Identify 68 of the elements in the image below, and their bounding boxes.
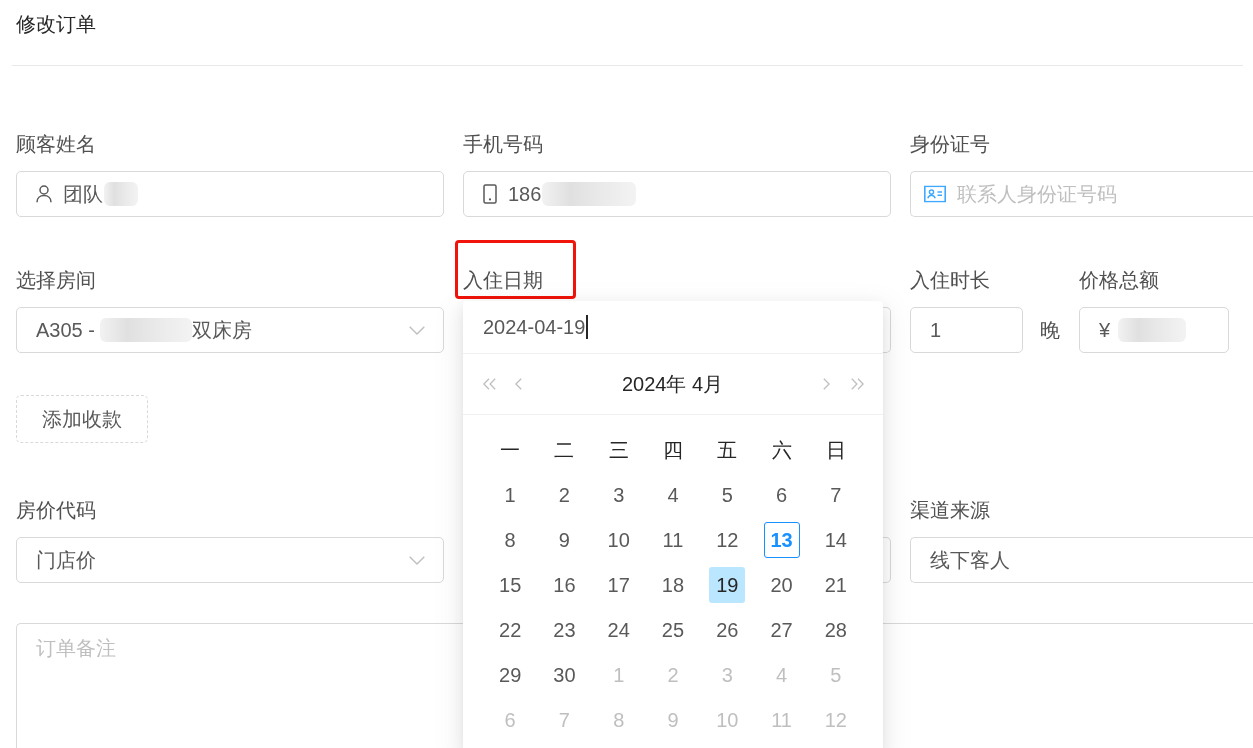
field-label: 身份证号	[910, 132, 990, 157]
input-field[interactable]: 团队	[16, 171, 444, 217]
calendar-day[interactable]: 3	[600, 476, 637, 513]
double-chevron-left-icon[interactable]	[483, 378, 496, 390]
calendar-day[interactable]: 23	[546, 611, 583, 648]
date-input-field[interactable]: 2024-04-19	[463, 301, 883, 354]
calendar-day[interactable]: 20	[763, 566, 800, 603]
id-card-icon	[924, 185, 946, 203]
field-label: 入住时长	[910, 268, 990, 293]
calendar-day[interactable]: 5	[709, 476, 746, 513]
number-field[interactable]: 1	[910, 307, 1023, 353]
weekday-label: 五	[717, 437, 738, 463]
field-label: 手机号码	[463, 132, 543, 157]
select-field[interactable]: 门店价	[16, 537, 444, 583]
calendar-day[interactable]: 9	[546, 521, 583, 558]
amount-field[interactable]: ¥	[1079, 307, 1229, 353]
chevron-down-icon[interactable]	[409, 555, 425, 565]
calendar-day[interactable]: 17	[600, 566, 637, 603]
calendar-day[interactable]: 12	[709, 521, 746, 558]
field-label: 顾客姓名	[16, 132, 96, 157]
user-icon	[36, 185, 52, 203]
select-field[interactable]: A305 - 双床房	[16, 307, 444, 353]
calendar-day[interactable]: 16	[546, 566, 583, 603]
calendar-day[interactable]: 4	[655, 476, 691, 513]
chevron-down-icon[interactable]	[409, 325, 425, 335]
calendar-day[interactable]: 1	[492, 476, 529, 513]
chevron-left-icon[interactable]	[515, 378, 522, 390]
calendar-day[interactable]: 22	[492, 611, 529, 648]
calendar-day[interactable]: 19	[709, 566, 746, 603]
calendar-day[interactable]: 28	[817, 611, 854, 648]
calendar-day[interactable]: 21	[817, 566, 854, 603]
calendar-day[interactable]: 18	[655, 566, 691, 603]
input-field[interactable]: 线下客人	[910, 537, 1253, 583]
input-field[interactable]: 联系人身份证号码	[910, 171, 1253, 217]
field-label: 渠道来源	[910, 498, 990, 523]
chevron-right-icon[interactable]	[823, 378, 830, 390]
field-label: 选择房间	[16, 268, 96, 293]
calendar-day[interactable]: 24	[600, 611, 637, 648]
input-field-edge[interactable]	[883, 537, 891, 583]
calendar-day[interactable]: 30	[546, 656, 583, 693]
weekday-label: 日	[825, 437, 846, 463]
calendar-day[interactable]: 14	[817, 521, 854, 558]
weekday-label: 一	[500, 437, 521, 463]
field-label: 价格总额	[1079, 268, 1159, 293]
calendar-day[interactable]: 29	[492, 656, 529, 693]
weekday-label: 六	[771, 437, 792, 463]
calendar-day[interactable]: 6	[763, 476, 800, 513]
input-field[interactable]: 186	[463, 171, 891, 217]
calendar-day[interactable]: 10	[600, 521, 637, 558]
weekday-label: 二	[554, 437, 575, 463]
calendar-day[interactable]: 7	[817, 476, 854, 513]
field-label: 房价代码	[16, 498, 96, 523]
page-title: 修改订单	[16, 13, 96, 35]
add-payment-button[interactable]: 添加收款	[16, 395, 148, 443]
weekday-label: 四	[663, 437, 683, 463]
unit-label: 晚	[1040, 318, 1060, 343]
double-chevron-right-icon[interactable]	[851, 378, 864, 390]
month-title: 2024年 4月	[620, 372, 725, 397]
phone-icon	[483, 184, 497, 204]
calendar-day[interactable]: 8	[492, 521, 529, 558]
calendar-day[interactable]: 2	[546, 476, 583, 513]
calendar-day[interactable]: 25	[655, 611, 691, 648]
calendar-day[interactable]: 11	[655, 521, 691, 558]
field-label: 入住日期	[463, 268, 543, 293]
weekday-label: 三	[608, 437, 629, 463]
calendar-day[interactable]: 15	[492, 566, 529, 603]
calendar-day[interactable]: 26	[709, 611, 746, 648]
calendar-day[interactable]: 27	[763, 611, 800, 648]
